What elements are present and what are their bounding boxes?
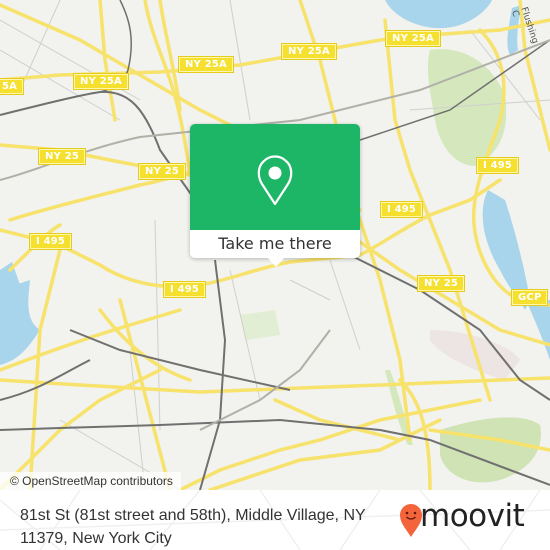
moovit-logo[interactable]: moovit	[400, 498, 535, 540]
take-me-there-button[interactable]: Take me there	[190, 230, 360, 258]
popup-header	[190, 124, 360, 230]
route-shield: NY 25	[37, 148, 87, 165]
map-view[interactable]: 5A NY 25A NY 25A NY 25A NY 25A NY 25 NY …	[0, 0, 550, 490]
route-shield: NY 25A	[385, 30, 441, 47]
route-shield: I 495	[162, 281, 207, 298]
route-shield: 5A	[0, 78, 25, 95]
park-area	[240, 310, 280, 340]
map-attribution[interactable]: © OpenStreetMap contributors	[0, 472, 181, 490]
location-popup: Take me there	[190, 124, 360, 267]
water-area	[528, 300, 550, 360]
route-shield: I 495	[379, 201, 424, 218]
address-text: 81st St (81st street and 58th), Middle V…	[20, 507, 366, 547]
route-shield: NY 25A	[178, 56, 234, 73]
route-shield: NY 25	[137, 163, 187, 180]
water-area	[385, 0, 492, 29]
route-shield: I 495	[475, 157, 520, 174]
location-pin-icon	[257, 155, 293, 206]
route-shield: GCP	[510, 289, 549, 306]
moovit-pin-icon	[400, 504, 422, 537]
route-shield: NY 25	[416, 275, 466, 292]
footer: 81st St (81st street and 58th), Middle V…	[0, 490, 550, 550]
route-shield: NY 25A	[281, 43, 337, 60]
route-shield: I 495	[28, 233, 73, 250]
route-shield: NY 25A	[73, 73, 129, 90]
popup-pointer	[267, 257, 285, 267]
moovit-wordmark: moovit	[420, 498, 525, 534]
